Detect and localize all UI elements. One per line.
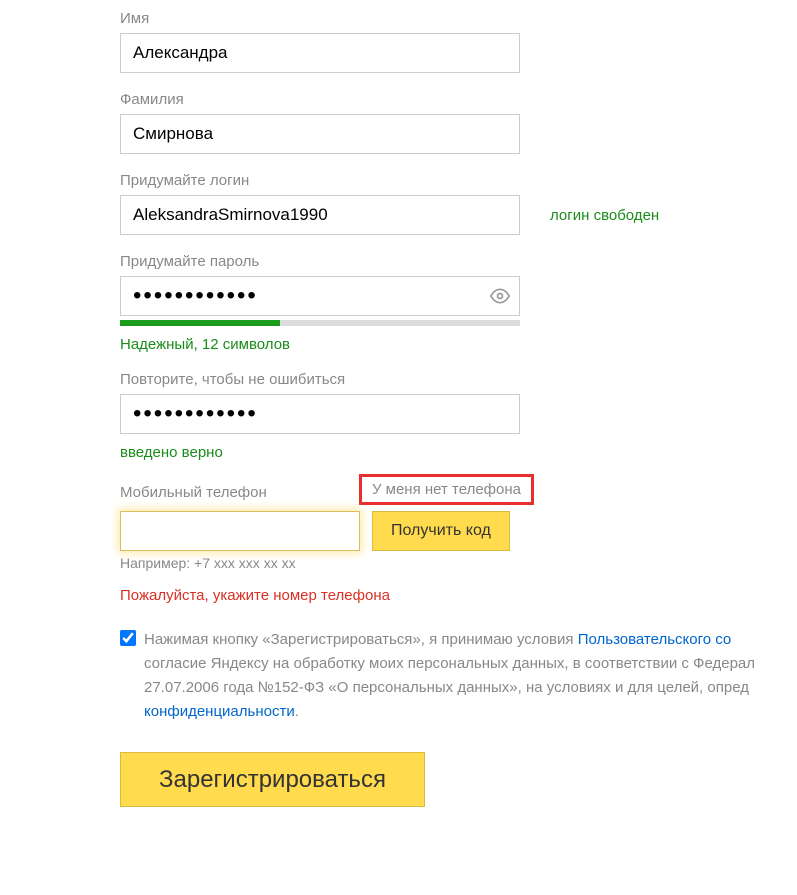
agreement-text: Нажимая кнопку «Зарегистрироваться», я п… bbox=[144, 628, 755, 724]
firstname-group: Имя bbox=[120, 10, 797, 73]
agreement-block: Нажимая кнопку «Зарегистрироваться», я п… bbox=[120, 628, 797, 724]
phone-hint: Например: +7 xxx xxx xx xx bbox=[120, 555, 797, 571]
password-strength-fill bbox=[120, 320, 280, 326]
password-label: Придумайте пароль bbox=[120, 253, 797, 270]
phone-input[interactable] bbox=[120, 511, 360, 551]
password-strength-bar bbox=[120, 320, 520, 326]
password-group: Придумайте пароль Надежный, 12 символов bbox=[120, 253, 797, 353]
password-confirm-status: введено верно bbox=[120, 444, 797, 461]
password-confirm-label: Повторите, чтобы не ошибиться bbox=[120, 371, 797, 388]
login-label: Придумайте логин bbox=[120, 172, 797, 189]
eye-icon[interactable] bbox=[490, 286, 510, 306]
login-row: логин свободен bbox=[120, 195, 797, 235]
phone-error: Пожалуйста, укажите номер телефона bbox=[120, 587, 797, 604]
firstname-label: Имя bbox=[120, 10, 797, 27]
agreement-line4-suffix: . bbox=[295, 703, 299, 720]
password-wrapper bbox=[120, 276, 520, 316]
privacy-link[interactable]: конфиденциальности bbox=[144, 703, 295, 720]
agreement-line1-prefix: Нажимая кнопку «Зарегистрироваться», я п… bbox=[144, 631, 578, 648]
phone-input-row: Получить код bbox=[120, 511, 797, 551]
password-confirm-group: Повторите, чтобы не ошибиться введено ве… bbox=[120, 371, 797, 461]
phone-label: Мобильный телефон bbox=[120, 484, 267, 501]
no-phone-link[interactable]: У меня нет телефона bbox=[359, 474, 534, 505]
register-button[interactable]: Зарегистрироваться bbox=[120, 752, 425, 807]
agreement-checkbox[interactable] bbox=[120, 630, 136, 646]
login-group: Придумайте логин логин свободен bbox=[120, 172, 797, 235]
user-agreement-link[interactable]: Пользовательского со bbox=[578, 631, 732, 648]
agreement-line3: 27.07.2006 года №152-ФЗ «О персональных … bbox=[144, 676, 755, 700]
get-code-button[interactable]: Получить код bbox=[372, 511, 510, 551]
phone-header-row: Мобильный телефон У меня нет телефона bbox=[120, 479, 520, 505]
lastname-input[interactable] bbox=[120, 114, 520, 154]
lastname-label: Фамилия bbox=[120, 91, 797, 108]
agreement-line2: согласие Яндексу на обработку моих персо… bbox=[144, 652, 755, 676]
login-input[interactable] bbox=[120, 195, 520, 235]
firstname-input[interactable] bbox=[120, 33, 520, 73]
password-strength-text: Надежный, 12 символов bbox=[120, 336, 797, 353]
login-status: логин свободен bbox=[550, 207, 659, 224]
phone-group: Мобильный телефон У меня нет телефона По… bbox=[120, 479, 797, 604]
password-confirm-input[interactable] bbox=[120, 394, 520, 434]
password-input[interactable] bbox=[120, 276, 520, 316]
lastname-group: Фамилия bbox=[120, 91, 797, 154]
